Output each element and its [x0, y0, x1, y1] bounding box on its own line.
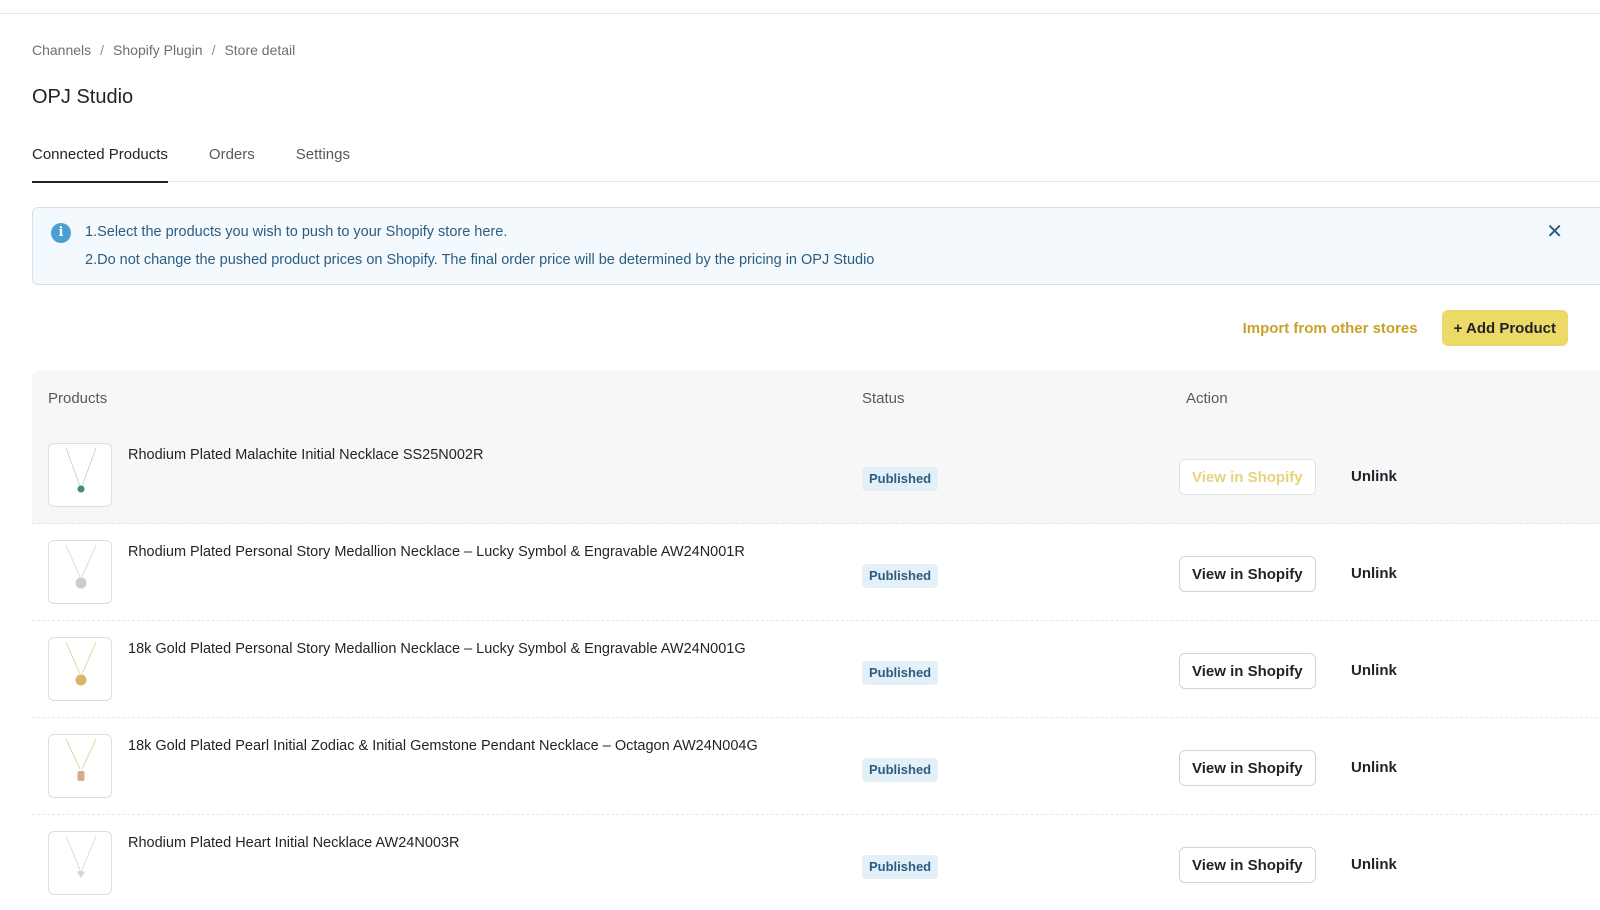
top-bar	[0, 0, 1600, 14]
product-thumbnail	[48, 637, 112, 701]
import-from-other-stores-link[interactable]: Import from other stores	[1243, 320, 1418, 337]
status-badge: Published	[862, 758, 939, 782]
product-name[interactable]: Rhodium Plated Personal Story Medallion …	[128, 544, 745, 560]
table-row: Rhodium Plated Malachite Initial Necklac…	[32, 427, 1600, 524]
view-in-shopify-button[interactable]: View in Shopify	[1179, 556, 1316, 592]
table-header: Products Status Action	[32, 370, 1600, 427]
product-name[interactable]: 18k Gold Plated Personal Story Medallion…	[128, 641, 746, 657]
notice-line-1: 1.Select the products you wish to push t…	[85, 224, 508, 240]
add-product-button[interactable]: + Add Product	[1441, 310, 1568, 346]
product-name[interactable]: 18k Gold Plated Pearl Initial Zodiac & I…	[128, 738, 758, 754]
table-row: Rhodium Plated Personal Story Medallion …	[32, 524, 1600, 621]
view-in-shopify-button[interactable]: View in Shopify	[1179, 847, 1316, 883]
products-table: Products Status Action Rhodium Plated Ma…	[32, 370, 1600, 910]
product-name[interactable]: Rhodium Plated Malachite Initial Necklac…	[128, 447, 483, 463]
view-in-shopify-button[interactable]: View in Shopify	[1179, 653, 1316, 689]
breadcrumb-channels[interactable]: Channels	[32, 42, 91, 58]
unlink-button[interactable]: Unlink	[1351, 565, 1397, 582]
unlink-button[interactable]: Unlink	[1351, 468, 1397, 485]
tab-connected-products[interactable]: Connected Products	[32, 140, 168, 183]
column-header-products: Products	[48, 390, 108, 407]
page-title: OPJ Studio	[32, 86, 134, 108]
status-badge: Published	[862, 661, 939, 685]
breadcrumb-separator: /	[100, 42, 105, 58]
product-thumbnail	[48, 831, 112, 895]
table-row: Rhodium Plated Heart Initial Necklace AW…	[32, 815, 1600, 910]
unlink-button[interactable]: Unlink	[1351, 662, 1397, 679]
breadcrumb-separator: /	[211, 42, 216, 58]
info-icon: i	[51, 223, 71, 243]
product-thumbnail	[48, 734, 112, 798]
status-badge: Published	[862, 855, 939, 879]
table-row: 18k Gold Plated Personal Story Medallion…	[32, 621, 1600, 718]
tab-settings[interactable]: Settings	[296, 140, 350, 182]
unlink-button[interactable]: Unlink	[1351, 759, 1397, 776]
breadcrumb-store-detail: Store detail	[224, 42, 296, 58]
breadcrumb-shopify-plugin[interactable]: Shopify Plugin	[113, 42, 203, 58]
info-notice: i 1.Select the products you wish to push…	[32, 207, 1600, 285]
product-thumbnail	[48, 540, 112, 604]
status-badge: Published	[862, 564, 939, 588]
breadcrumb: Channels / Shopify Plugin / Store detail	[32, 42, 295, 58]
view-in-shopify-button[interactable]: View in Shopify	[1179, 750, 1316, 786]
status-badge: Published	[862, 467, 939, 491]
unlink-button[interactable]: Unlink	[1351, 856, 1397, 873]
close-icon[interactable]: ✕	[1546, 222, 1563, 242]
view-in-shopify-button[interactable]: View in Shopify	[1179, 459, 1316, 495]
column-header-status: Status	[862, 390, 905, 407]
product-actions: Import from other stores + Add Product	[1243, 310, 1568, 346]
tab-bar: Connected Products Orders Settings	[32, 140, 1600, 183]
table-row: 18k Gold Plated Pearl Initial Zodiac & I…	[32, 718, 1600, 815]
product-name[interactable]: Rhodium Plated Heart Initial Necklace AW…	[128, 835, 460, 851]
column-header-action: Action	[1186, 390, 1228, 407]
product-thumbnail	[48, 443, 112, 507]
tab-orders[interactable]: Orders	[209, 140, 255, 182]
notice-line-2: 2.Do not change the pushed product price…	[85, 252, 875, 268]
